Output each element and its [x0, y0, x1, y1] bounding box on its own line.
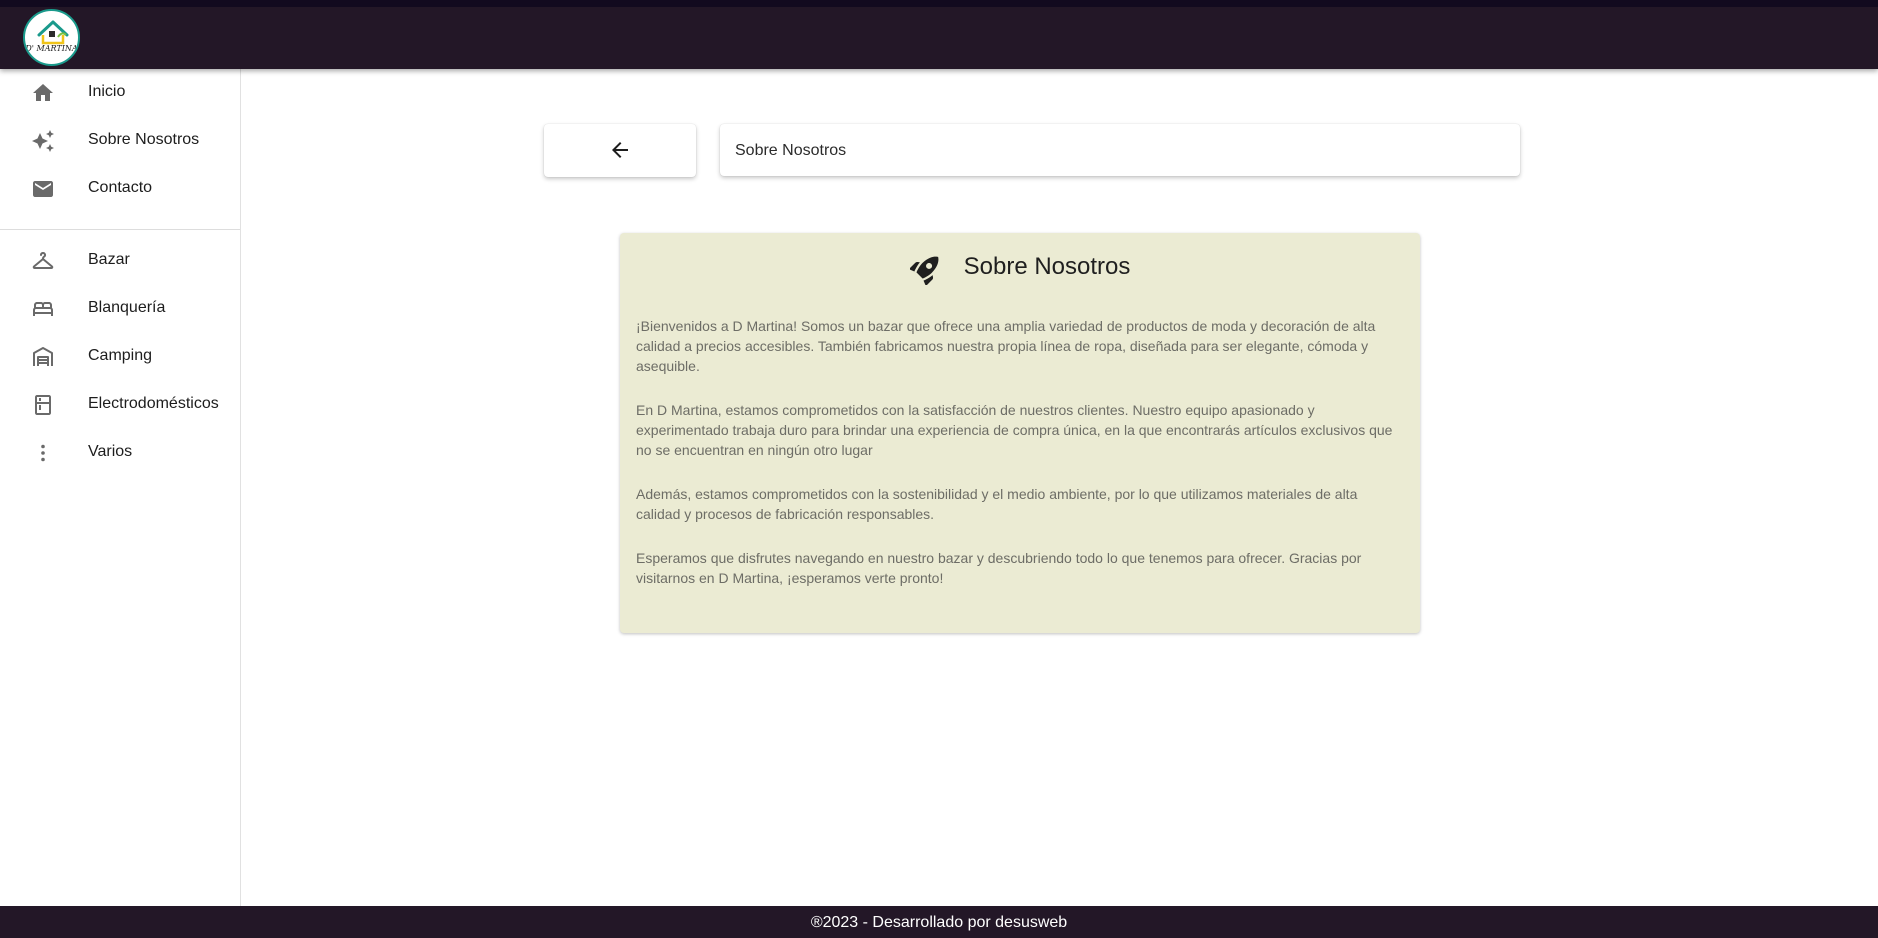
- mail-icon: [33, 181, 53, 197]
- sidebar-item-label: Contacto: [88, 179, 153, 196]
- card-title: Sobre Nosotros: [963, 253, 1131, 280]
- more-vertical-icon: [41, 444, 45, 462]
- about-paragraph: ¡Bienvenidos a D Martina! Somos un bazar…: [636, 318, 1376, 374]
- sidebar-divider: [0, 229, 240, 230]
- sidebar-item-label: Inicio: [88, 83, 126, 100]
- sidebar-item-inicio[interactable]: Inicio: [0, 69, 240, 117]
- sidebar-item-label: Bazar: [88, 251, 130, 268]
- card-header: Sobre Nosotros: [620, 247, 1420, 287]
- home-icon: [33, 84, 53, 101]
- page-title-bar: Sobre Nosotros: [720, 124, 1520, 176]
- sidebar: Inicio Sobre Nosotros Contacto Bazar Bla…: [0, 69, 241, 906]
- sparkles-icon: [32, 130, 54, 152]
- app-root: D' MARTINA Inicio Sobre Nosotros Contact…: [0, 0, 1878, 938]
- sidebar-item-label: Sobre Nosotros: [88, 131, 200, 148]
- card-body: ¡Bienvenidos a D Martina! Somos un bazar…: [636, 316, 1404, 612]
- about-card: Sobre Nosotros ¡Bienvenidos a D Martina!…: [620, 233, 1420, 633]
- hanger-icon: [32, 251, 54, 269]
- sidebar-item-contacto[interactable]: Contacto: [0, 165, 240, 213]
- sidebar-item-label: Varios: [88, 443, 133, 460]
- about-paragraph: En D Martina, estamos comprometidos con …: [636, 402, 1393, 458]
- footer: ®2023 - Desarrollado por desusweb: [0, 906, 1878, 938]
- arrow-left-icon: [612, 142, 628, 158]
- top-strip: [0, 0, 1878, 7]
- sidebar-item-label: Blanquería: [88, 299, 166, 316]
- sidebar-item-bazar[interactable]: Bazar: [0, 237, 240, 285]
- footer-credit: ®2023 - Desarrollado por desusweb: [810, 914, 1068, 931]
- sidebar-item-blanqueria[interactable]: Blanquería: [0, 285, 240, 333]
- rocket-icon: [909, 256, 939, 285]
- sidebar-item-electrodomesticos[interactable]: Electrodomésticos: [0, 381, 240, 429]
- top-app-bar: D' MARTINA: [0, 0, 1878, 69]
- fridge-icon: [35, 395, 51, 415]
- page-title: Sobre Nosotros: [735, 142, 847, 159]
- back-button[interactable]: [544, 124, 696, 177]
- logo-text: D' MARTINA: [25, 44, 78, 53]
- sidebar-item-sobre-nosotros[interactable]: Sobre Nosotros: [0, 117, 240, 165]
- bed-icon: [33, 302, 53, 316]
- sidebar-item-label: Camping: [88, 347, 153, 364]
- warehouse-icon: [33, 347, 53, 366]
- sidebar-item-varios[interactable]: Varios: [0, 429, 240, 477]
- sidebar-item-label: Electrodomésticos: [88, 395, 219, 412]
- sidebar-item-camping[interactable]: Camping: [0, 333, 240, 381]
- house-logo-icon: [37, 20, 69, 45]
- logo[interactable]: D' MARTINA: [23, 9, 80, 66]
- about-paragraph: Esperamos que disfrutes navegando en nue…: [636, 550, 1362, 586]
- about-paragraph: Además, estamos comprometidos con la sos…: [636, 486, 1358, 522]
